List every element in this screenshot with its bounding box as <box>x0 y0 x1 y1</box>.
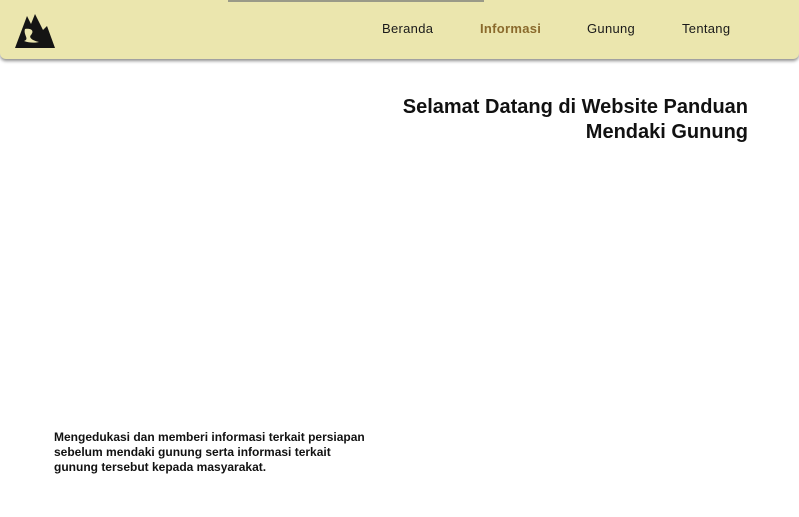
nav-item-informasi[interactable]: Informasi <box>480 21 541 36</box>
navbar: Beranda Informasi Gunung Tentang <box>0 0 799 59</box>
page: Beranda Informasi Gunung Tentang Selamat… <box>0 0 799 517</box>
hero-description: Mengedukasi dan memberi informasi terkai… <box>54 430 365 474</box>
nav-item-beranda[interactable]: Beranda <box>382 21 433 36</box>
top-strip <box>228 0 484 2</box>
nav-item-tentang[interactable]: Tentang <box>682 21 730 36</box>
mountain-logo-icon[interactable] <box>14 10 56 50</box>
hero-title: Selamat Datang di Website Panduan Mendak… <box>402 96 748 143</box>
nav-item-gunung[interactable]: Gunung <box>587 21 635 36</box>
